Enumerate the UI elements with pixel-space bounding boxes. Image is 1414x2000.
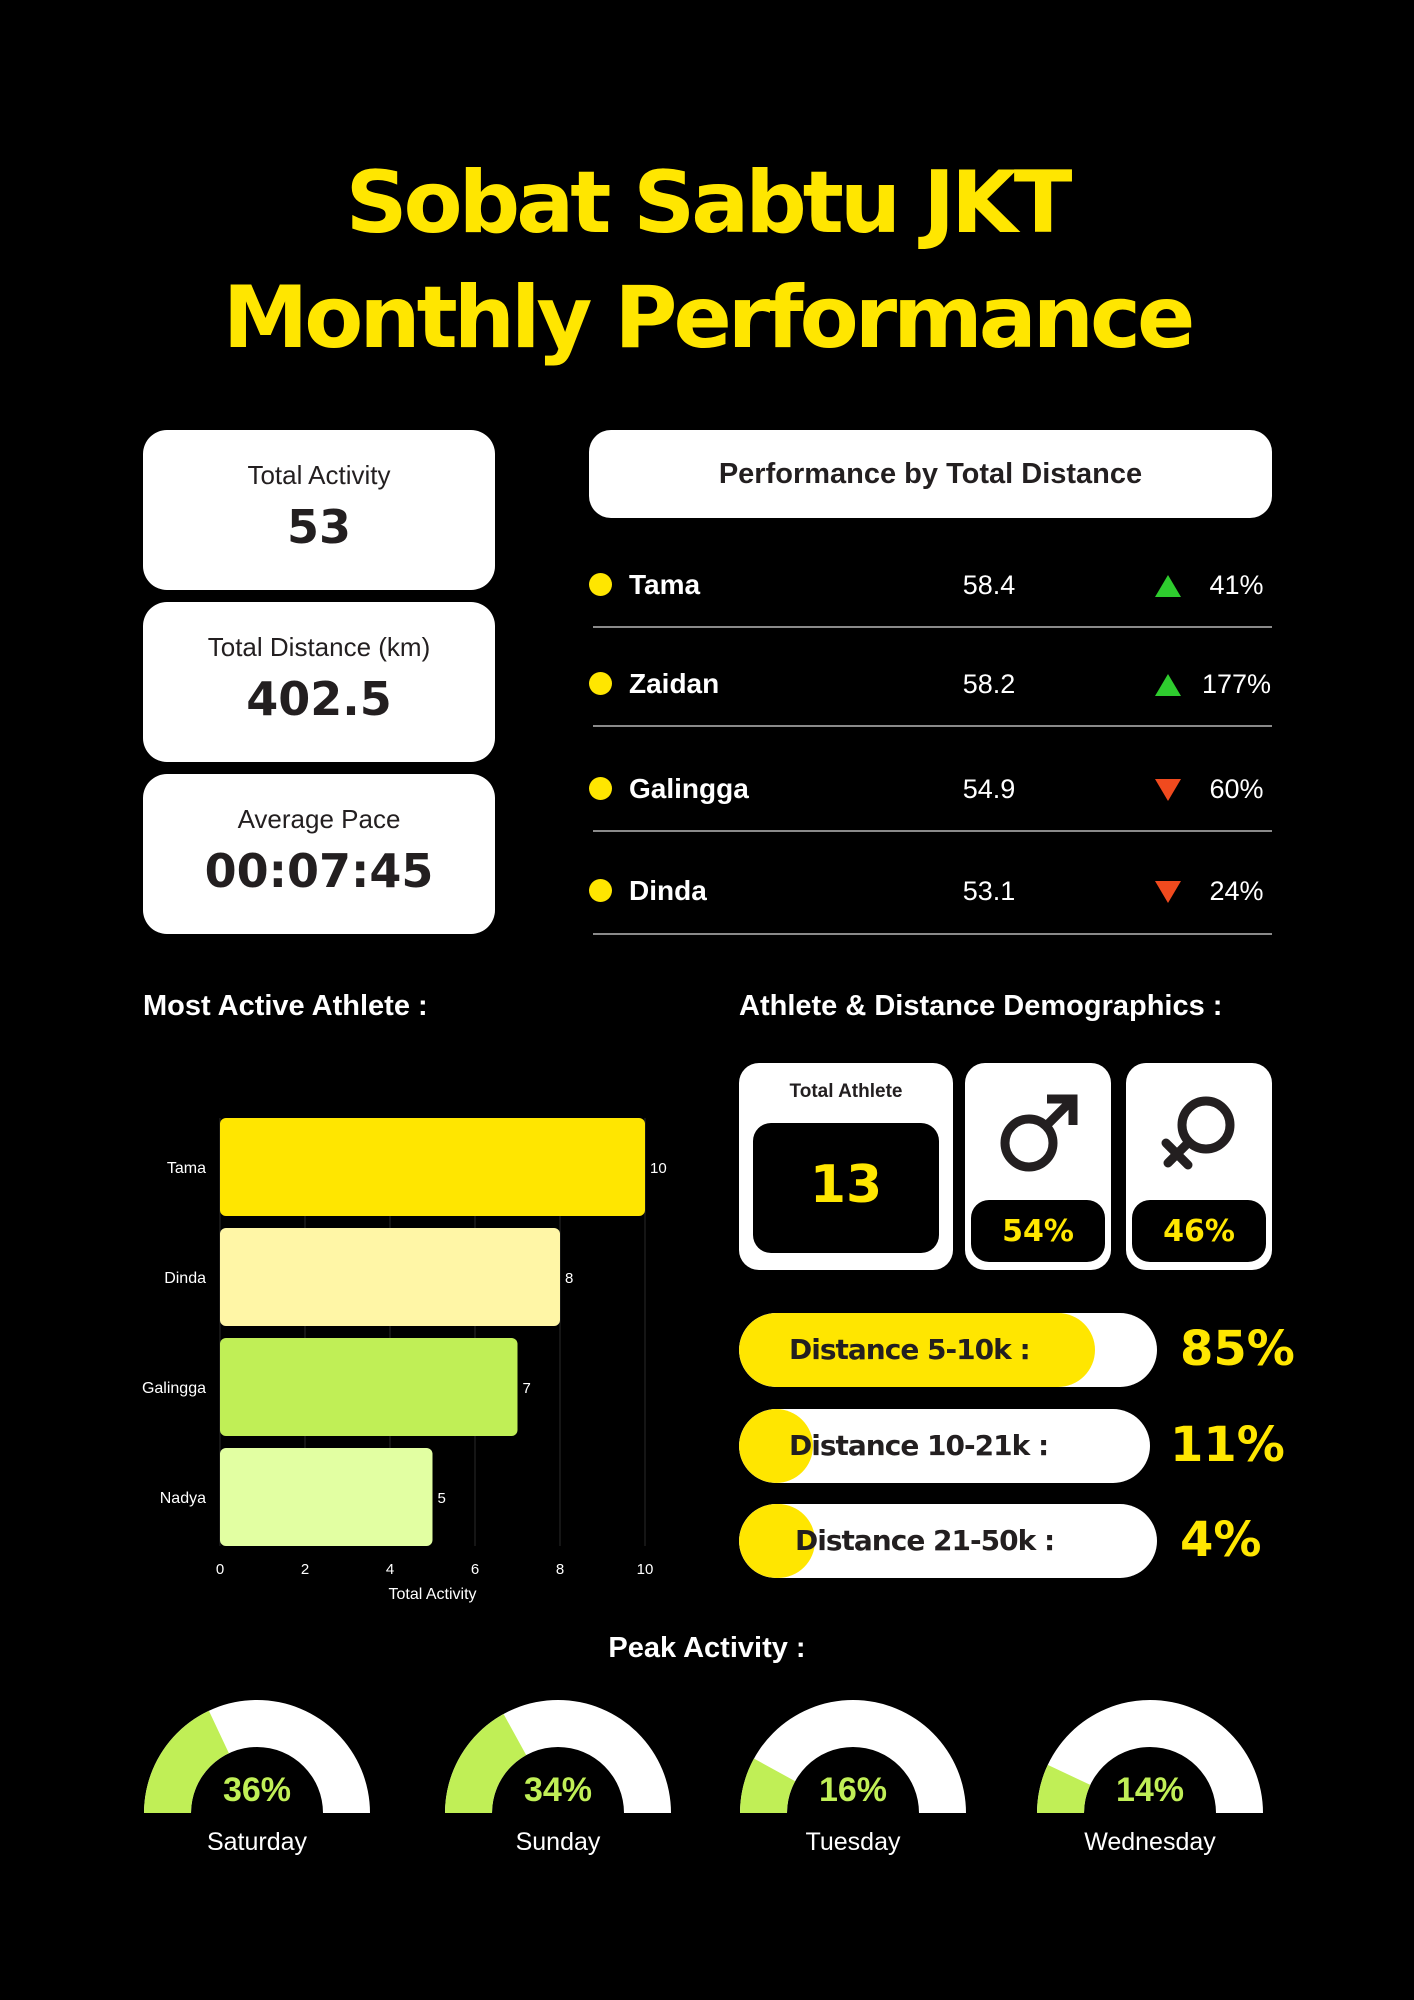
male-symbol-icon (1000, 1094, 1078, 1172)
trend-down-icon (1155, 881, 1181, 903)
tick-label: 4 (386, 1561, 394, 1578)
tick-label: 8 (556, 1561, 564, 1578)
row-divider (593, 933, 1272, 935)
trend-percent: 177% (1201, 669, 1272, 699)
stat-label: Total Activity (247, 460, 391, 490)
gauge-day-label: Saturday (206, 1828, 308, 1856)
most-active-title: Most Active Athlete : (143, 990, 428, 1022)
distance-10-21k-bar: Distance 10-21k : (739, 1409, 1150, 1483)
female-pct-box: 46% (1132, 1200, 1266, 1262)
gauge-percent: 36% (222, 1771, 292, 1809)
trend-down-icon (1155, 779, 1181, 801)
data-label: 10 (650, 1160, 667, 1177)
data-label: 5 (438, 1490, 446, 1507)
distance-10-21k-label: Distance 10-21k : (789, 1429, 1049, 1462)
row-divider (593, 725, 1272, 727)
stat-label: Total Distance (km) (207, 632, 431, 662)
stat-label: Average Pace (237, 804, 401, 834)
total-athlete-value: 13 (809, 1155, 883, 1215)
trend-up-icon (1155, 575, 1181, 597)
bar (220, 1338, 518, 1436)
bar (220, 1228, 560, 1326)
category-label: Tama (167, 1160, 206, 1177)
performance-row: Dinda 53.1 24% (589, 871, 1272, 911)
athlete-distance: 58.2 (962, 669, 1016, 699)
gauge-percent: 34% (523, 1771, 593, 1809)
performance-header: Performance by Total Distance (589, 430, 1272, 518)
distance-21-50k-label: Distance 21-50k : (795, 1524, 1055, 1557)
stat-card-total-activity: Total Activity 53 (143, 430, 495, 590)
performance-row: Galingga 54.9 60% (589, 769, 1272, 809)
athlete-name: Dinda (629, 875, 707, 906)
stat-value: 402.5 (246, 672, 392, 726)
distance-5-10k-pct: 85% (1180, 1321, 1295, 1377)
bar (220, 1448, 433, 1546)
total-athlete-card: Total Athlete 13 (739, 1063, 953, 1270)
athlete-distance: 58.4 (962, 570, 1016, 600)
distance-10-21k-pct: 11% (1170, 1417, 1285, 1473)
gauge-day-label: Tuesday (805, 1828, 901, 1856)
row-divider (593, 626, 1272, 628)
distance-21-50k-bar: Distance 21-50k : (739, 1504, 1157, 1578)
most-active-bar-chart: Tama 10 Dinda 8 Galingga 7 Nadya 5 0 2 4 6 8 10 Total … (142, 1118, 667, 1603)
athlete-name: Galingga (629, 773, 749, 804)
gauge-day-label: Wednesday (1084, 1828, 1216, 1856)
peak-activity-gauges (144, 1700, 1263, 1813)
athlete-name: Tama (629, 569, 701, 600)
athlete-name: Zaidan (629, 668, 720, 699)
gauge-percent: 14% (1115, 1771, 1185, 1809)
bullet-dot-icon (589, 672, 612, 695)
athlete-distance: 53.1 (962, 876, 1016, 906)
title-line-1: Sobat Sabtu JKT (345, 153, 1073, 253)
trend-percent: 24% (1209, 876, 1264, 906)
performance-row: Zaidan 58.2 177% (589, 664, 1272, 704)
bar (220, 1118, 645, 1216)
athlete-distance: 54.9 (962, 774, 1016, 804)
tick-label: 6 (471, 1561, 479, 1578)
gauge-day-label: Sunday (515, 1828, 601, 1856)
bullet-dot-icon (589, 777, 612, 800)
bullet-dot-icon (589, 573, 612, 596)
tick-label: 10 (637, 1561, 654, 1578)
title-line-2: Monthly Performance (222, 268, 1196, 368)
female-pct: 46% (1163, 1214, 1235, 1249)
performance-row: Tama 58.4 41% (589, 565, 1272, 605)
tick-label: 2 (301, 1561, 309, 1578)
category-label: Nadya (160, 1490, 206, 1507)
total-athlete-box: 13 (753, 1123, 939, 1253)
data-label: 7 (523, 1380, 531, 1397)
stat-value: 00:07:45 (204, 844, 434, 898)
distance-21-50k-pct: 4% (1180, 1512, 1262, 1568)
peak-activity-title: Peak Activity : (608, 1632, 806, 1664)
x-axis-label: Total Activity (388, 1586, 476, 1603)
trend-up-icon (1155, 674, 1181, 696)
trend-percent: 41% (1209, 570, 1264, 600)
male-pct-box: 54% (971, 1200, 1105, 1262)
stat-card-average-pace: Average Pace 00:07:45 (143, 774, 495, 934)
tick-label: 0 (216, 1561, 224, 1578)
data-label: 8 (565, 1270, 573, 1287)
distance-5-10k-bar: Distance 5-10k : (739, 1313, 1157, 1387)
female-symbol-icon (1161, 1096, 1235, 1170)
male-card: 54% (965, 1063, 1111, 1270)
bullet-dot-icon (589, 879, 612, 902)
distance-5-10k-label: Distance 5-10k : (789, 1333, 1031, 1366)
row-divider (593, 830, 1272, 832)
stat-card-total-distance: Total Distance (km) 402.5 (143, 602, 495, 762)
total-athlete-label: Total Athlete (789, 1081, 903, 1102)
trend-percent: 60% (1209, 774, 1264, 804)
category-label: Dinda (164, 1270, 206, 1287)
male-pct: 54% (1002, 1214, 1074, 1249)
category-label: Galingga (142, 1380, 206, 1397)
female-card: 46% (1126, 1063, 1272, 1270)
demographics-title: Athlete & Distance Demographics : (739, 990, 1223, 1022)
gauge-percent: 16% (818, 1771, 888, 1809)
stat-value: 53 (286, 500, 351, 554)
